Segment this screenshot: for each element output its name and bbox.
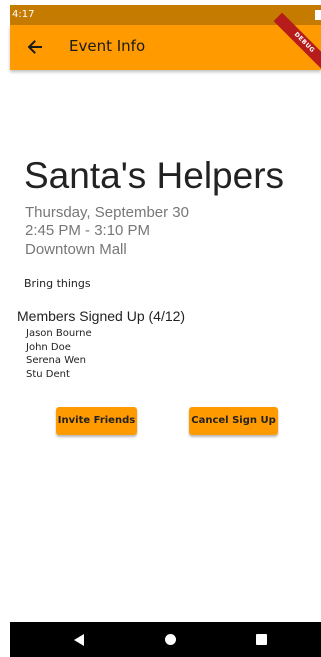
battery-icon — [315, 10, 321, 20]
event-description: Bring things — [24, 277, 91, 290]
list-item: Stu Dent — [26, 368, 70, 380]
invite-friends-button[interactable]: Invite Friends — [56, 407, 137, 435]
event-name: Santa's Helpers — [24, 155, 285, 196]
members-heading: Members Signed Up (4/12) — [17, 308, 186, 324]
members-list: Jason Bourne John Doe Serena Wen Stu Den… — [26, 327, 92, 381]
list-item: Jason Bourne — [26, 328, 92, 339]
list-item: Serena Wen — [26, 355, 86, 366]
arrow-left-icon[interactable] — [25, 37, 45, 57]
status-time: 4:17 — [12, 9, 35, 20]
triangle-back-icon[interactable] — [74, 634, 84, 646]
square-recents-icon[interactable] — [256, 634, 267, 645]
cancel-sign-up-button[interactable]: Cancel Sign Up — [189, 407, 278, 435]
screen: 4:17 Event Info DEBUG Santa's Helpers Th… — [0, 0, 321, 657]
system-nav-bar — [10, 622, 321, 657]
event-date: Thursday, September 30 — [25, 204, 189, 221]
app-bar: Event Info DEBUG — [10, 12, 321, 74]
event-location: Downtown Mall — [25, 241, 127, 258]
event-time: 2:45 PM - 3:10 PM — [25, 222, 151, 239]
list-item: John Doe — [26, 341, 71, 353]
app-bar-title: Event Info — [69, 37, 146, 55]
circle-home-icon[interactable] — [165, 634, 176, 645]
